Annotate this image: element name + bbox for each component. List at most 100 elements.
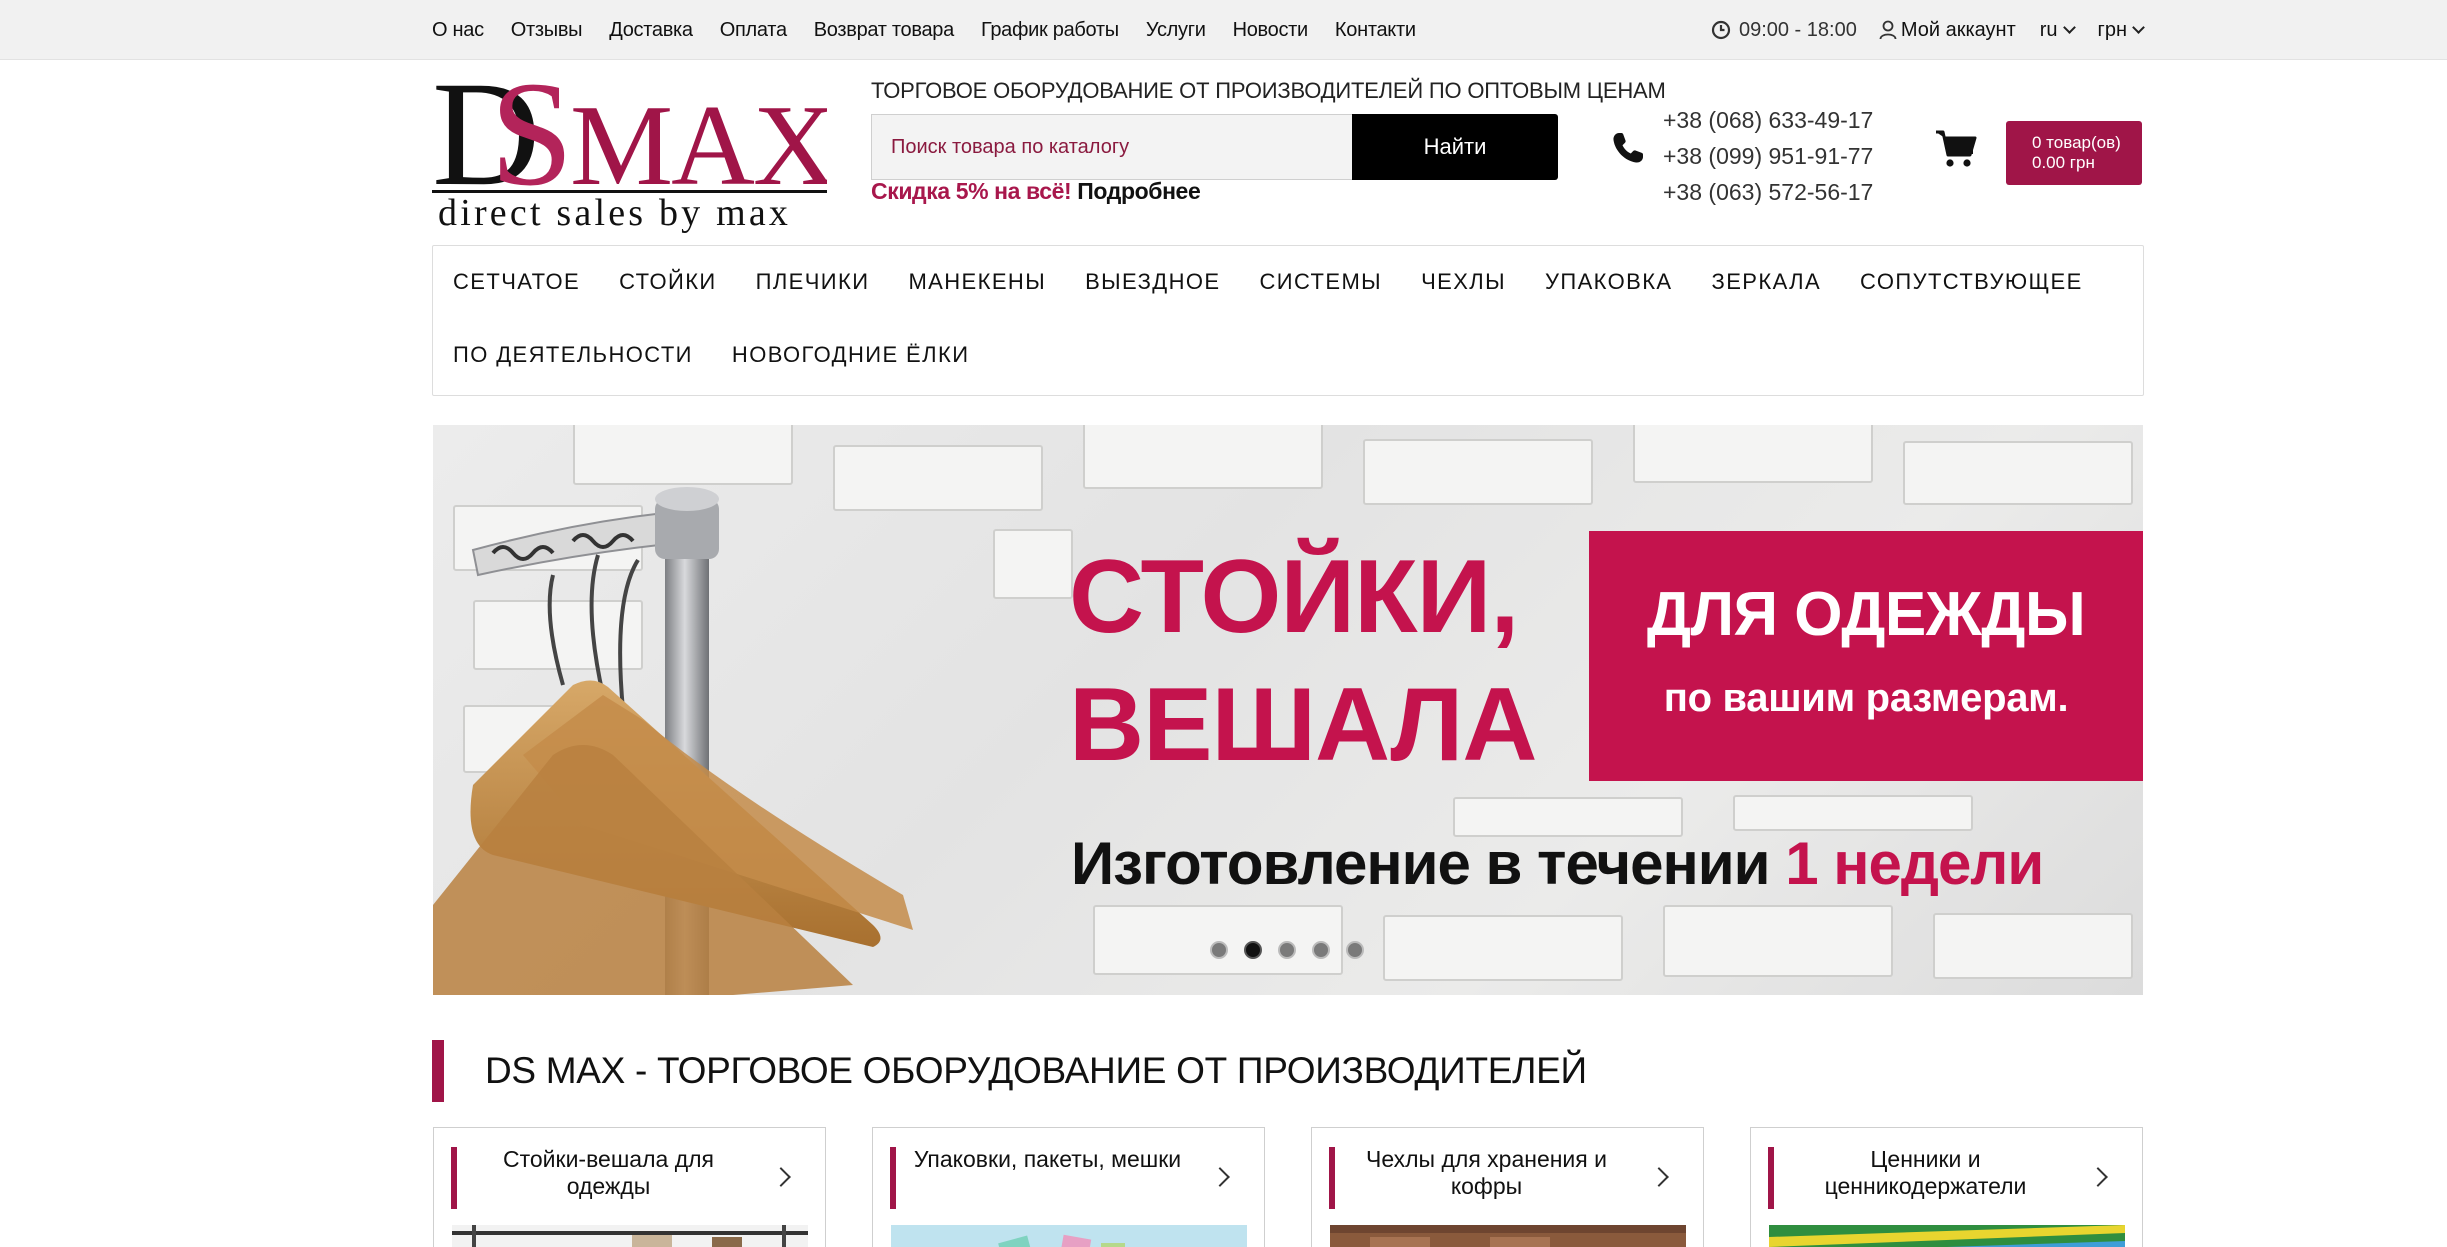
clock-icon xyxy=(1711,20,1731,40)
phone-number-3[interactable]: +38 (063) 572-56-17 xyxy=(1663,174,1873,210)
promo-highlight: Скидка 5% на всё! xyxy=(871,178,1072,204)
header-tagline: ТОРГОВОЕ ОБОРУДОВАНИЕ ОТ ПРОИЗВОДИТЕЛЕЙ … xyxy=(871,78,1666,103)
chevron-down-icon xyxy=(2062,20,2076,34)
top-nav-services[interactable]: Услуги xyxy=(1146,19,1206,42)
category-item-packaging[interactable]: УПАКОВКА xyxy=(1545,269,1673,295)
top-nav-returns[interactable]: Возврат товара xyxy=(814,19,954,42)
category-item-mesh[interactable]: СЕТЧАТОЕ xyxy=(453,269,580,295)
card-accent-bar xyxy=(1329,1147,1335,1209)
svg-text:direct sales by max: direct sales by max xyxy=(438,192,791,234)
brick xyxy=(1383,915,1623,981)
category-item-racks[interactable]: СТОЙКИ xyxy=(619,269,717,295)
card-label: Ценники и ценникодержатели xyxy=(1824,1146,2027,1199)
account-label: Мой аккаунт xyxy=(1900,18,2016,41)
category-card[interactable]: Чехлы для хранения и кофры xyxy=(1311,1127,1704,1247)
category-item-christmas-trees[interactable]: НОВОГОДНИЕ ЁЛКИ xyxy=(732,342,970,368)
top-bar: О нас Отзывы Доставка Оплата Возврат тов… xyxy=(0,0,2447,60)
currency-value: грн xyxy=(2097,18,2127,41)
top-nav-payment[interactable]: Оплата xyxy=(720,19,787,42)
currency-select[interactable]: грн xyxy=(2097,18,2145,42)
category-item-systems[interactable]: СИСТЕМЫ xyxy=(1259,269,1382,295)
category-card[interactable]: Стойки-вешала для одежды xyxy=(433,1127,826,1247)
top-nav-news[interactable]: Новости xyxy=(1233,19,1309,42)
brick xyxy=(1733,795,1973,831)
phone-icon xyxy=(1613,133,1643,163)
cart-item-count: 0 товар(ов) xyxy=(2032,133,2121,152)
phone-list: +38 (068) 633-49-17 +38 (099) 951-91-77 … xyxy=(1663,102,1873,210)
category-row-1: СЕТЧАТОЕ СТОЙКИ ПЛЕЧИКИ МАНЕКЕНЫ ВЫЕЗДНО… xyxy=(453,269,2122,295)
top-nav-contacts[interactable]: Контакти xyxy=(1335,19,1416,42)
category-item-outdoor[interactable]: ВЫЕЗДНОЕ xyxy=(1085,269,1220,295)
card-thumbnail xyxy=(1330,1225,1686,1247)
category-card[interactable]: Упаковки, пакеты, мешки xyxy=(872,1127,1265,1247)
section-title: DS MAX - ТОРГОВОЕ ОБОРУДОВАНИЕ ОТ ПРОИЗВ… xyxy=(485,1050,1587,1091)
brick xyxy=(1933,913,2133,979)
cart-button[interactable]: 0 товар(ов) 0.00 грн xyxy=(2006,121,2142,185)
hours-text: 09:00 - 18:00 xyxy=(1738,18,1857,41)
phone-number-2[interactable]: +38 (099) 951-91-77 xyxy=(1663,138,1873,174)
chevron-right-icon xyxy=(2088,1167,2108,1187)
working-hours: 09:00 - 18:00 xyxy=(1711,19,1857,42)
promo-line: Скидка 5% на всё! Подробнее xyxy=(871,178,1201,205)
card-accent-bar xyxy=(890,1147,896,1209)
carousel-dot-4[interactable] xyxy=(1312,941,1330,959)
top-nav-about[interactable]: О нас xyxy=(432,19,484,42)
phone-number-1[interactable]: +38 (068) 633-49-17 xyxy=(1663,102,1873,138)
top-nav-schedule[interactable]: График работы xyxy=(981,19,1119,42)
section-accent-bar xyxy=(432,1040,444,1102)
category-nav: СЕТЧАТОЕ СТОЙКИ ПЛЕЧИКИ МАНЕКЕНЫ ВЫЕЗДНО… xyxy=(432,245,2144,396)
top-nav: О нас Отзывы Доставка Оплата Возврат тов… xyxy=(432,0,1443,60)
cart-total: 0.00 грн xyxy=(2032,153,2095,172)
category-item-related[interactable]: СОПУТСТВУЮЩЕЕ xyxy=(1860,269,2083,295)
card-accent-bar xyxy=(1768,1147,1774,1209)
banner-subtitle-accent: 1 недели xyxy=(1785,830,2044,897)
chevron-right-icon xyxy=(771,1167,791,1187)
category-item-mannequins[interactable]: МАНЕКЕНЫ xyxy=(908,269,1046,295)
card-thumbnail xyxy=(452,1225,808,1247)
brick xyxy=(1083,425,1323,489)
search-button[interactable]: Найти xyxy=(1352,114,1558,180)
language-select[interactable]: ru xyxy=(2039,18,2076,42)
brick xyxy=(1363,439,1593,505)
card-label: Стойки-вешала для одежды xyxy=(503,1146,714,1199)
banner-box-line-1: ДЛЯ ОДЕЖДЫ xyxy=(1646,580,2086,649)
category-item-covers[interactable]: ЧЕХЛЫ xyxy=(1421,269,1506,295)
banner-subtitle-main: Изготовление в течении xyxy=(1071,830,1771,897)
brick xyxy=(1093,905,1343,975)
category-item-by-activity[interactable]: ПО ДЕЯТЕЛЬНОСТИ xyxy=(453,342,693,368)
card-label: Чехлы для хранения и кофры xyxy=(1366,1146,1607,1199)
carousel-dot-5[interactable] xyxy=(1346,941,1364,959)
banner-title: СТОЙКИ, ВЕШАЛА xyxy=(1069,533,1537,789)
clothing-rack-illustration xyxy=(433,487,913,995)
category-item-mirrors[interactable]: ЗЕРКАЛА xyxy=(1712,269,1822,295)
chevron-down-icon xyxy=(2132,20,2145,34)
top-right-tools: 09:00 - 18:00 Мой аккаунт ru грн xyxy=(1687,0,2145,60)
search-form: Поиск товара по каталогу Найти xyxy=(871,114,1558,180)
banner-title-line-2: ВЕШАЛА xyxy=(1069,667,1537,783)
card-label: Упаковки, пакеты, мешки xyxy=(913,1146,1182,1172)
card-thumbnail xyxy=(891,1225,1247,1247)
brick xyxy=(1633,425,1873,483)
category-card[interactable]: Ценники и ценникодержатели xyxy=(1750,1127,2143,1247)
banner-subtitle: Изготовление в течении 1 недели xyxy=(1071,829,2044,898)
account-link[interactable]: Мой аккаунт xyxy=(1879,19,2016,42)
dsmax-logo[interactable]: D S MAX direct sales by max xyxy=(432,72,827,237)
promo-more-link[interactable]: Подробнее xyxy=(1077,178,1200,204)
cart-icon[interactable] xyxy=(1935,129,1977,169)
category-row-2: ПО ДЕЯТЕЛЬНОСТИ НОВОГОДНИЕ ЁЛКИ xyxy=(453,342,1008,368)
category-item-hangers[interactable]: ПЛЕЧИКИ xyxy=(756,269,870,295)
chevron-right-icon xyxy=(1649,1167,1669,1187)
card-thumbnail xyxy=(1769,1225,2125,1247)
hero-banner[interactable]: СТОЙКИ, ВЕШАЛА ДЛЯ ОДЕЖДЫ по вашим разме… xyxy=(433,425,2143,995)
carousel-dot-3[interactable] xyxy=(1278,941,1296,959)
brick xyxy=(1903,441,2133,505)
chevron-right-icon xyxy=(1210,1167,1230,1187)
language-value: ru xyxy=(2039,18,2058,41)
banner-red-box: ДЛЯ ОДЕЖДЫ по вашим размерам. xyxy=(1589,531,2143,781)
carousel-dot-1[interactable] xyxy=(1210,941,1228,959)
carousel-dot-2[interactable] xyxy=(1244,941,1262,959)
search-input[interactable]: Поиск товара по каталогу xyxy=(871,114,1352,180)
card-accent-bar xyxy=(451,1147,457,1209)
top-nav-reviews[interactable]: Отзывы xyxy=(511,19,583,42)
top-nav-delivery[interactable]: Доставка xyxy=(609,19,693,42)
